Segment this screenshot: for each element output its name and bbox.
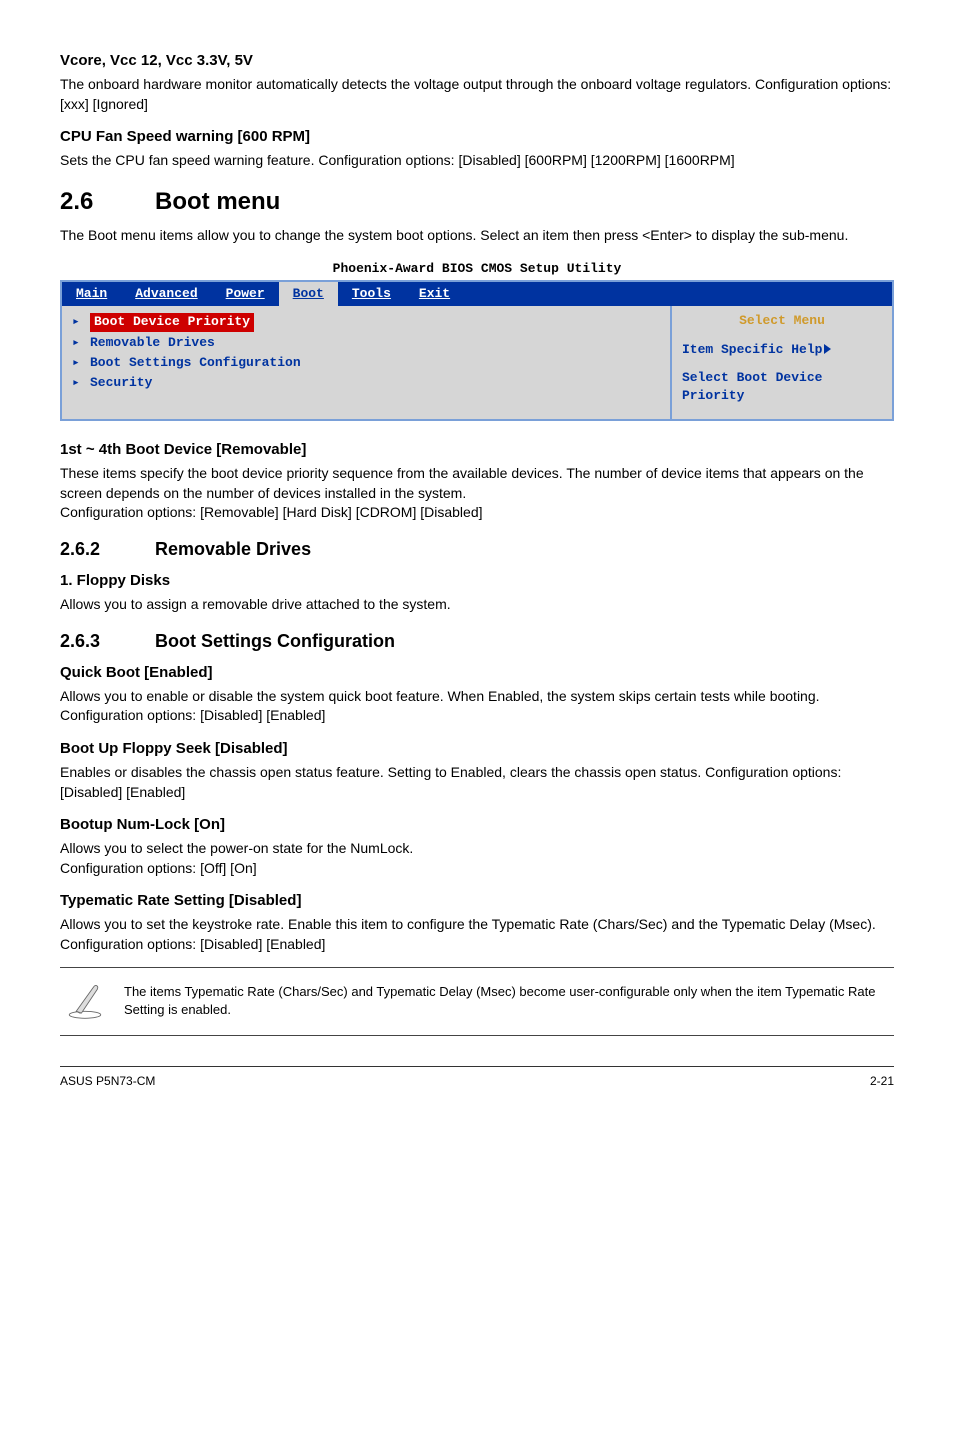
- heading-removable-drives: 2.6.2Removable Drives: [60, 537, 894, 562]
- right-arrow-icon: [824, 344, 831, 354]
- section-number: 2.6: [60, 185, 155, 219]
- section-title: Boot Settings Configuration: [155, 631, 395, 651]
- bios-item-label: Boot Device Priority: [90, 313, 254, 331]
- bios-item-boot-priority[interactable]: ▸ Boot Device Priority: [72, 312, 660, 332]
- right-arrow-icon: ▸: [72, 354, 90, 372]
- bios-item-removable[interactable]: ▸ Removable Drives: [72, 333, 660, 353]
- bios-right-panel: Select Menu Item Specific Help Select Bo…: [672, 306, 892, 419]
- heading-vcore: Vcore, Vcc 12, Vcc 3.3V, 5V: [60, 50, 894, 71]
- paragraph-typematic-2: Configuration options: [Disabled] [Enabl…: [60, 935, 894, 955]
- right-arrow-icon: ▸: [72, 334, 90, 352]
- paragraph-vcore: The onboard hardware monitor automatical…: [60, 75, 894, 114]
- bios-tab-boot[interactable]: Boot: [279, 282, 338, 306]
- paragraph-quick-boot: Allows you to enable or disable the syst…: [60, 687, 894, 726]
- bios-item-label: Boot Settings Configuration: [90, 354, 301, 372]
- bios-title: Phoenix-Award BIOS CMOS Setup Utility: [60, 258, 894, 280]
- paragraph-numlock-1: Allows you to select the power-on state …: [60, 839, 894, 859]
- heading-boot-settings-config: 2.6.3Boot Settings Configuration: [60, 629, 894, 654]
- note-box: The items Typematic Rate (Chars/Sec) and…: [60, 967, 894, 1037]
- heading-boot-device: 1st ~ 4th Boot Device [Removable]: [60, 439, 894, 460]
- bios-left-panel: ▸ Boot Device Priority ▸ Removable Drive…: [62, 306, 672, 419]
- bios-screenshot: Phoenix-Award BIOS CMOS Setup Utility Ma…: [60, 258, 894, 421]
- heading-boot-menu: 2.6Boot menu: [60, 185, 894, 219]
- section-number: 2.6.2: [60, 537, 155, 562]
- note-text: The items Typematic Rate (Chars/Sec) and…: [124, 983, 890, 1019]
- paragraph-boot-device-1: These items specify the boot device prio…: [60, 464, 894, 503]
- paragraph-boot-device-2: Configuration options: [Removable] [Hard…: [60, 503, 894, 523]
- bios-tab-power[interactable]: Power: [212, 282, 279, 306]
- bios-item-security[interactable]: ▸ Security: [72, 373, 660, 393]
- heading-cpu-fan: CPU Fan Speed warning [600 RPM]: [60, 126, 894, 147]
- bios-tab-main[interactable]: Main: [62, 282, 121, 306]
- bios-tab-advanced[interactable]: Advanced: [121, 282, 211, 306]
- section-number: 2.6.3: [60, 629, 155, 654]
- heading-floppy: 1. Floppy Disks: [60, 570, 894, 591]
- heading-numlock: Bootup Num-Lock [On]: [60, 814, 894, 835]
- section-title: Removable Drives: [155, 539, 311, 559]
- bios-body: ▸ Boot Device Priority ▸ Removable Drive…: [60, 306, 894, 421]
- footer-left: ASUS P5N73-CM: [60, 1073, 155, 1090]
- paragraph-numlock-2: Configuration options: [Off] [On]: [60, 859, 894, 879]
- bios-item-label: Security: [90, 374, 152, 392]
- pencil-icon: [64, 978, 106, 1026]
- paragraph-boot-intro: The Boot menu items allow you to change …: [60, 226, 894, 246]
- right-arrow-icon: ▸: [72, 313, 90, 331]
- page-footer: ASUS P5N73-CM 2-21: [60, 1066, 894, 1090]
- bios-tab-tools[interactable]: Tools: [338, 282, 405, 306]
- bios-select-menu: Select Menu: [682, 312, 882, 330]
- bios-tab-exit[interactable]: Exit: [405, 282, 464, 306]
- heading-typematic: Typematic Rate Setting [Disabled]: [60, 890, 894, 911]
- section-title: Boot menu: [155, 188, 280, 215]
- bios-help-line: Item Specific Help: [682, 341, 882, 359]
- heading-floppy-seek: Boot Up Floppy Seek [Disabled]: [60, 738, 894, 759]
- paragraph-floppy-seek: Enables or disables the chassis open sta…: [60, 763, 894, 802]
- bios-item-label: Removable Drives: [90, 334, 215, 352]
- heading-quick-boot: Quick Boot [Enabled]: [60, 662, 894, 683]
- paragraph-floppy: Allows you to assign a removable drive a…: [60, 595, 894, 615]
- right-arrow-icon: ▸: [72, 374, 90, 392]
- paragraph-typematic-1: Allows you to set the keystroke rate. En…: [60, 915, 894, 935]
- paragraph-cpu-fan: Sets the CPU fan speed warning feature. …: [60, 151, 894, 171]
- bios-tab-row: Main Advanced Power Boot Tools Exit: [60, 280, 894, 306]
- bios-item-boot-settings[interactable]: ▸ Boot Settings Configuration: [72, 353, 660, 373]
- bios-help-text: Item Specific Help: [682, 342, 822, 357]
- bios-help-desc: Select Boot Device Priority: [682, 369, 882, 405]
- footer-right: 2-21: [870, 1073, 894, 1090]
